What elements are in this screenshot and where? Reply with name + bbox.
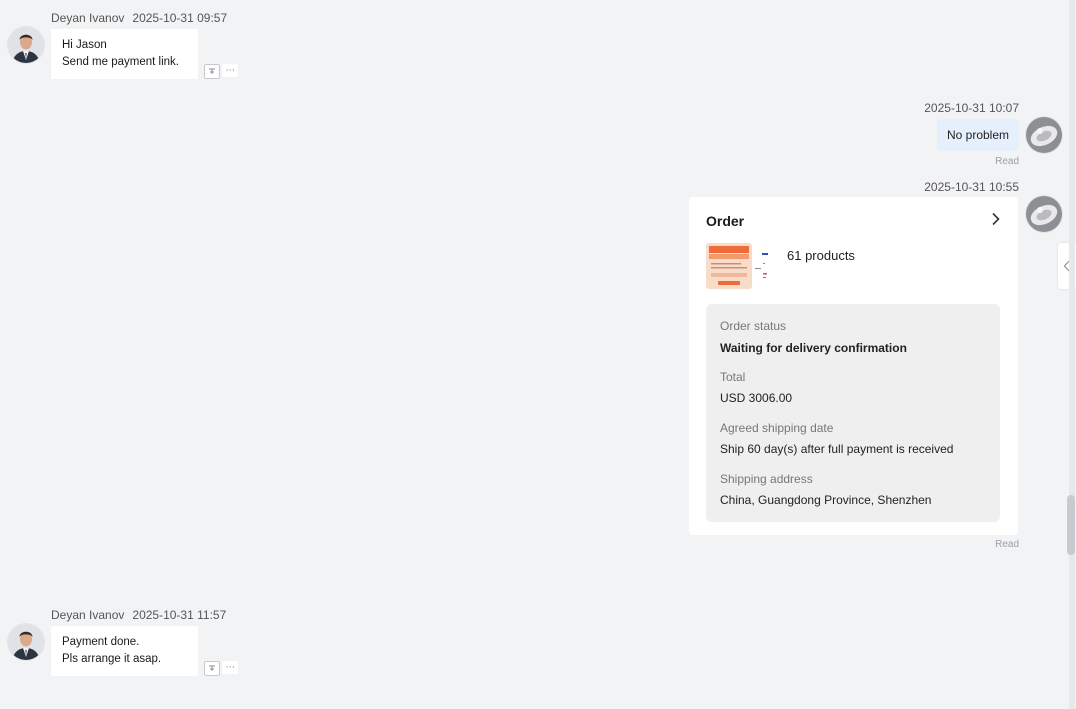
- incoming-message-bubble[interactable]: Hi Jason Send me payment link.: [51, 29, 198, 79]
- scrollbar-track[interactable]: [1069, 0, 1075, 709]
- order-status-label: Order status: [720, 319, 787, 333]
- incoming-message-bubble[interactable]: Payment done. Pls arrange it asap.: [51, 626, 198, 676]
- more-icon[interactable]: ···: [222, 64, 238, 77]
- message-time: 2025-10-31 10:55: [924, 180, 1019, 194]
- message-line: Hi Jason: [62, 39, 107, 51]
- avatar-self[interactable]: [1026, 196, 1062, 232]
- avatar-deyan[interactable]: [8, 624, 44, 660]
- total-label: Total: [720, 370, 746, 384]
- more-icon[interactable]: ···: [222, 661, 238, 674]
- message-line: Payment done.: [62, 636, 140, 648]
- sender-name: Deyan Ivanov: [51, 11, 125, 25]
- scrollbar-thumb[interactable]: [1067, 495, 1075, 555]
- avatar-self[interactable]: [1026, 117, 1062, 153]
- read-status: Read: [995, 156, 1019, 167]
- message-line: Pls arrange it asap.: [62, 653, 162, 665]
- message-meta: Deyan Ivanov 2025-10-31 11:57: [51, 608, 226, 622]
- shipping-address-value: China, Guangdong Province, Shenzhen: [720, 493, 932, 507]
- order-title: Order: [706, 213, 745, 229]
- outgoing-message-bubble[interactable]: No problem: [936, 119, 1019, 151]
- message-time: 2025-10-31 11:57: [132, 608, 227, 622]
- sender-name: Deyan Ivanov: [51, 608, 125, 622]
- shipping-date-value: Ship 60 day(s) after full payment is rec…: [720, 442, 954, 456]
- order-card[interactable]: Order 61 products Order status Waiting f…: [689, 197, 1018, 535]
- shipping-date-label: Agreed shipping date: [720, 421, 834, 435]
- total-value: USD 3006.00: [720, 391, 793, 405]
- translate-icon[interactable]: [204, 64, 220, 79]
- message-line: Send me payment link.: [62, 56, 179, 68]
- message-time: 2025-10-31 09:57: [132, 11, 228, 25]
- translate-icon[interactable]: [204, 661, 220, 676]
- order-status-value: Waiting for delivery confirmation: [720, 341, 907, 355]
- read-status: Read: [995, 539, 1019, 550]
- chevron-right-icon[interactable]: [991, 212, 1001, 229]
- message-time: 2025-10-31 10:07: [924, 101, 1019, 115]
- shipping-address-label: Shipping address: [720, 472, 813, 486]
- avatar-deyan[interactable]: [8, 27, 44, 63]
- order-details: Order status Waiting for delivery confir…: [706, 304, 1000, 522]
- message-meta: Deyan Ivanov 2025-10-31 09:57: [51, 11, 227, 25]
- products-count: 61 products: [787, 248, 855, 263]
- product-thumbnail[interactable]: [706, 243, 772, 291]
